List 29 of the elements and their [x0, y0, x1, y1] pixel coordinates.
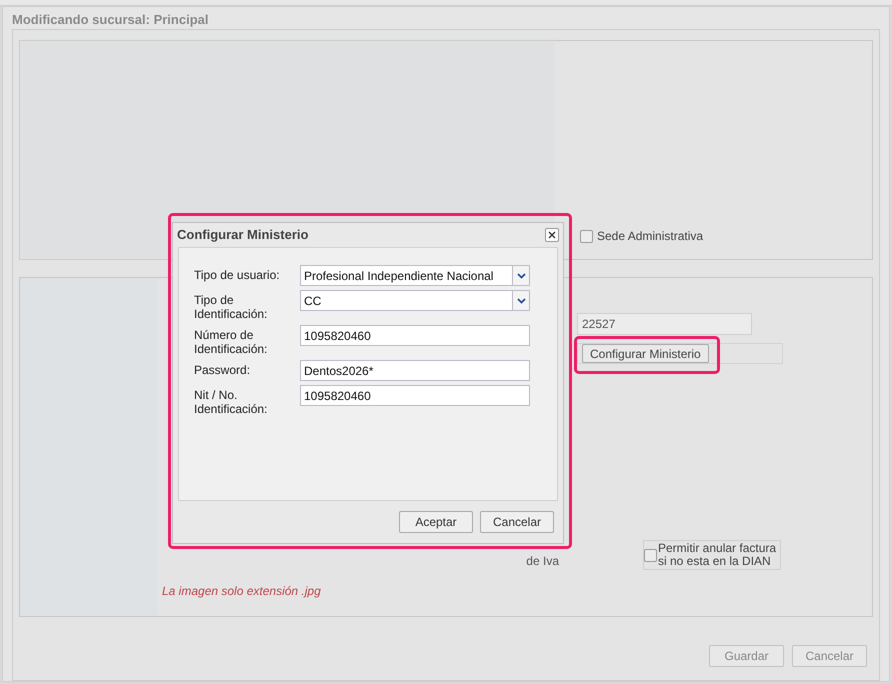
dropdown[interactable]: Profesional Independiente Nacional	[300, 265, 530, 286]
window-title: Modificando sucursal: Principal	[11, 11, 210, 29]
dropdown[interactable]: CC	[300, 290, 530, 311]
image-note: La imagen solo extensión .jpg	[162, 583, 322, 600]
input-field[interactable]: 22527	[577, 313, 752, 335]
close-button[interactable]	[545, 228, 559, 242]
checkbox[interactable]	[644, 548, 657, 562]
checkbox-label: de Iva	[526, 553, 559, 570]
field-label: Nit / No. Identificación:	[194, 387, 268, 416]
chevron-down-icon	[516, 298, 526, 304]
dialog-button[interactable]: Aceptar	[399, 511, 473, 533]
input-field[interactable]: Dentos2026*	[300, 360, 530, 381]
checkbox[interactable]	[580, 230, 593, 242]
close-icon	[548, 231, 556, 239]
file-field[interactable]: Configurar Ministerio	[577, 343, 783, 364]
dropdown-value: CC	[303, 292, 322, 310]
checkbox-label: Permitir anular factura si no esta en la DIAN	[658, 542, 778, 568]
dialog-title: Configurar Ministerio	[177, 226, 308, 244]
field-label: Password:	[194, 362, 252, 377]
input-field[interactable]: 1095820460	[300, 385, 530, 406]
input-field[interactable]: 1095820460	[300, 325, 530, 346]
chevron-down-icon	[516, 272, 526, 278]
configure-ministry-button[interactable]: Configurar Ministerio	[582, 344, 709, 363]
dropdown-value: Profesional Independiente Nacional	[303, 268, 494, 284]
field-label: Tipo de Identificación:	[194, 292, 268, 321]
checkbox-label: Sede Administrativa	[597, 228, 704, 245]
field-label: Tipo de usuario:	[194, 267, 281, 282]
dialog-button[interactable]: Cancelar	[480, 511, 554, 533]
field-label: Número de Identificación:	[194, 327, 268, 356]
